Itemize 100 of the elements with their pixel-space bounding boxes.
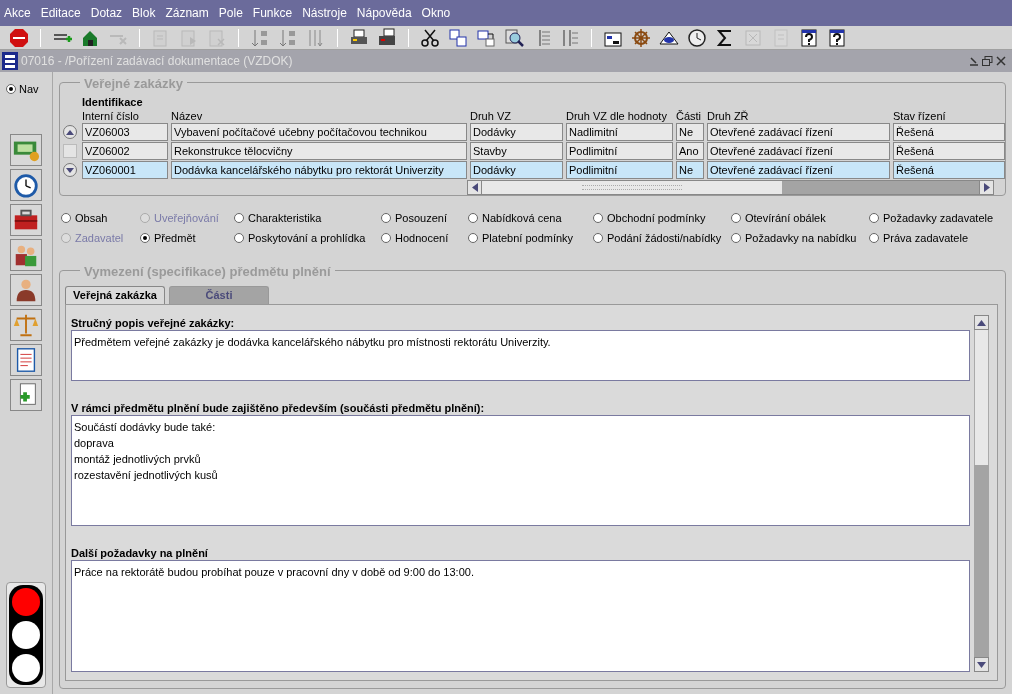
radio-label[interactable]: Práva zadavatele bbox=[883, 229, 968, 246]
radio-button[interactable] bbox=[731, 232, 741, 243]
table-cell[interactable]: Vybavení počítačové učebny počítačovou technikou bbox=[171, 123, 467, 141]
radio-label[interactable]: Obchodní podmínky bbox=[607, 210, 706, 227]
menu-item[interactable]: Akce bbox=[4, 4, 31, 22]
table-cell[interactable]: Nadlimitní bbox=[566, 123, 673, 141]
table-cell[interactable]: VZ060001 bbox=[82, 161, 168, 179]
magnifier-icon[interactable] bbox=[504, 27, 524, 48]
text-area[interactable]: Součástí dodávky bude také: doprava montáž jednotlivých prvků rozestavění jednotlivých kusů bbox=[71, 415, 970, 526]
menu-item[interactable]: Okno bbox=[421, 4, 451, 22]
radio-button[interactable] bbox=[593, 213, 603, 224]
document-icon[interactable] bbox=[10, 343, 42, 376]
menu-item[interactable]: Nápověda bbox=[356, 4, 412, 22]
list-icon[interactable] bbox=[560, 27, 580, 48]
radio-button[interactable] bbox=[140, 232, 150, 243]
paste-icon[interactable] bbox=[476, 27, 496, 48]
radio-button[interactable] bbox=[869, 213, 879, 224]
radio-label[interactable]: Otevírání obálek bbox=[745, 210, 826, 227]
field-label: V rámci předmětu plnění bude zajištěno především (součásti předmětu plnění): bbox=[71, 401, 486, 415]
table-cell[interactable]: Stavby bbox=[470, 142, 563, 160]
scroll-down-icon[interactable] bbox=[977, 661, 986, 668]
menu-item[interactable]: Blok bbox=[132, 4, 156, 22]
table-cell[interactable]: Dodávky bbox=[470, 123, 563, 141]
form-icon bbox=[2, 52, 18, 70]
radio-button[interactable] bbox=[234, 213, 244, 224]
scroll-right-icon[interactable] bbox=[983, 183, 990, 192]
radio-label[interactable]: Požadavky na nabídku bbox=[745, 229, 857, 246]
table-cell[interactable]: Ano bbox=[676, 142, 704, 160]
table-cell[interactable]: Dodávky bbox=[470, 161, 563, 179]
table-cell[interactable]: Ne bbox=[676, 161, 704, 179]
vertical-scrollbar[interactable] bbox=[974, 315, 989, 672]
radio-label[interactable]: Poskytování a prohlídka bbox=[248, 229, 366, 246]
printer-icon[interactable] bbox=[377, 27, 397, 48]
field-label: Stručný popis veřejné zakázky: bbox=[71, 316, 236, 330]
radio-button[interactable] bbox=[381, 213, 391, 224]
scroll-up-icon[interactable] bbox=[977, 319, 986, 326]
menu-item[interactable]: Editace bbox=[40, 4, 81, 22]
text-area[interactable]: Práce na rektorátě budou probíhat pouze v pracovní dny v době od 9:00 do 13:00. bbox=[71, 560, 970, 672]
radio-label[interactable]: Nabídková cena bbox=[482, 210, 562, 227]
table-cell[interactable]: Řešená bbox=[893, 161, 1005, 179]
tab[interactable]: Veřejná zakázka bbox=[65, 286, 165, 304]
table-cell[interactable]: Podlimitní bbox=[566, 142, 673, 160]
radio-button[interactable] bbox=[468, 213, 478, 224]
table-cell[interactable]: Rekonstrukce tělocvičny bbox=[171, 142, 467, 160]
menu-item[interactable]: Dotaz bbox=[90, 4, 123, 22]
scissors-icon[interactable] bbox=[420, 27, 440, 48]
radio-button[interactable] bbox=[593, 232, 603, 243]
column-group-label: Identifikace bbox=[81, 96, 144, 109]
restore-icon[interactable] bbox=[982, 56, 993, 66]
table-cell[interactable]: Podlimitní bbox=[566, 161, 673, 179]
radio-label[interactable]: Požadavky zadavatele bbox=[883, 210, 994, 227]
table-cell[interactable]: Ne bbox=[676, 123, 704, 141]
window-title: 07016 - /Pořízení zadávací dokumentace (VZDOK) bbox=[21, 53, 294, 70]
horizontal-scrollbar[interactable] bbox=[467, 180, 994, 195]
money-icon[interactable] bbox=[10, 133, 42, 166]
close-icon[interactable] bbox=[996, 56, 1006, 66]
copy-icon[interactable] bbox=[448, 27, 468, 48]
scroll-left-icon[interactable] bbox=[471, 183, 478, 192]
radio-button[interactable] bbox=[61, 213, 71, 224]
radio-button[interactable] bbox=[869, 232, 879, 243]
radio-button[interactable] bbox=[381, 232, 391, 243]
radio-label[interactable]: Předmět bbox=[154, 229, 196, 246]
exit-sign-icon[interactable] bbox=[9, 27, 29, 48]
column-header: Druh VZ dle hodnoty bbox=[566, 109, 668, 123]
table-cell[interactable]: Otevřené zadávací řízení bbox=[707, 142, 890, 160]
toolbox-icon[interactable] bbox=[10, 203, 42, 236]
radio-button[interactable] bbox=[6, 84, 16, 95]
radio-button[interactable] bbox=[468, 232, 478, 243]
table-cell[interactable]: VZ06002 bbox=[82, 142, 168, 160]
text-area[interactable]: Předmětem veřejné zakázky je dodávka kancelářského nábytku pro místnosti rektorátu Univerzity. bbox=[71, 330, 970, 381]
menu-item[interactable]: Záznam bbox=[165, 4, 209, 22]
table-cell[interactable]: Řešená bbox=[893, 123, 1005, 141]
help-icon[interactable] bbox=[827, 27, 847, 48]
radio-label[interactable]: Hodnocení bbox=[395, 229, 449, 246]
minimize-icon[interactable] bbox=[969, 56, 979, 66]
help-icon[interactable] bbox=[799, 27, 819, 48]
radio-button[interactable] bbox=[731, 213, 741, 224]
menu-item[interactable]: Nástroje bbox=[302, 4, 347, 22]
radio-label[interactable]: Platební podmínky bbox=[482, 229, 574, 246]
table-cell[interactable]: Řešená bbox=[893, 142, 1005, 160]
wheel-icon[interactable] bbox=[631, 27, 651, 48]
radio-button[interactable] bbox=[234, 232, 244, 243]
column-header: Stav řízení bbox=[893, 109, 947, 123]
column-header: Části bbox=[676, 109, 703, 123]
radio-label[interactable]: Podání žádosti/nabídky bbox=[607, 229, 722, 246]
table-cell[interactable]: Otevřené zadávací řízení bbox=[707, 161, 890, 179]
menu-item[interactable]: Funkce bbox=[252, 4, 293, 22]
table-cell[interactable]: Dodávka kancelářského nábytku pro rektorát Univerzity bbox=[171, 161, 467, 179]
radio-label[interactable]: Obsah bbox=[75, 210, 108, 227]
table-cell[interactable]: VZ06003 bbox=[82, 123, 168, 141]
radio-label[interactable]: Posouzení bbox=[395, 210, 447, 227]
radio-label[interactable]: Nav bbox=[19, 81, 39, 98]
add-document-icon[interactable] bbox=[10, 378, 42, 411]
person-icon[interactable] bbox=[10, 273, 42, 306]
clock-icon[interactable] bbox=[687, 27, 707, 48]
radio-label[interactable]: Charakteristika bbox=[248, 210, 322, 227]
menu-item[interactable]: Pole bbox=[218, 4, 243, 22]
table-cell[interactable]: Otevřené zadávací řízení bbox=[707, 123, 890, 141]
people-icon[interactable] bbox=[10, 238, 42, 271]
alarm-clock-icon[interactable] bbox=[10, 168, 42, 201]
